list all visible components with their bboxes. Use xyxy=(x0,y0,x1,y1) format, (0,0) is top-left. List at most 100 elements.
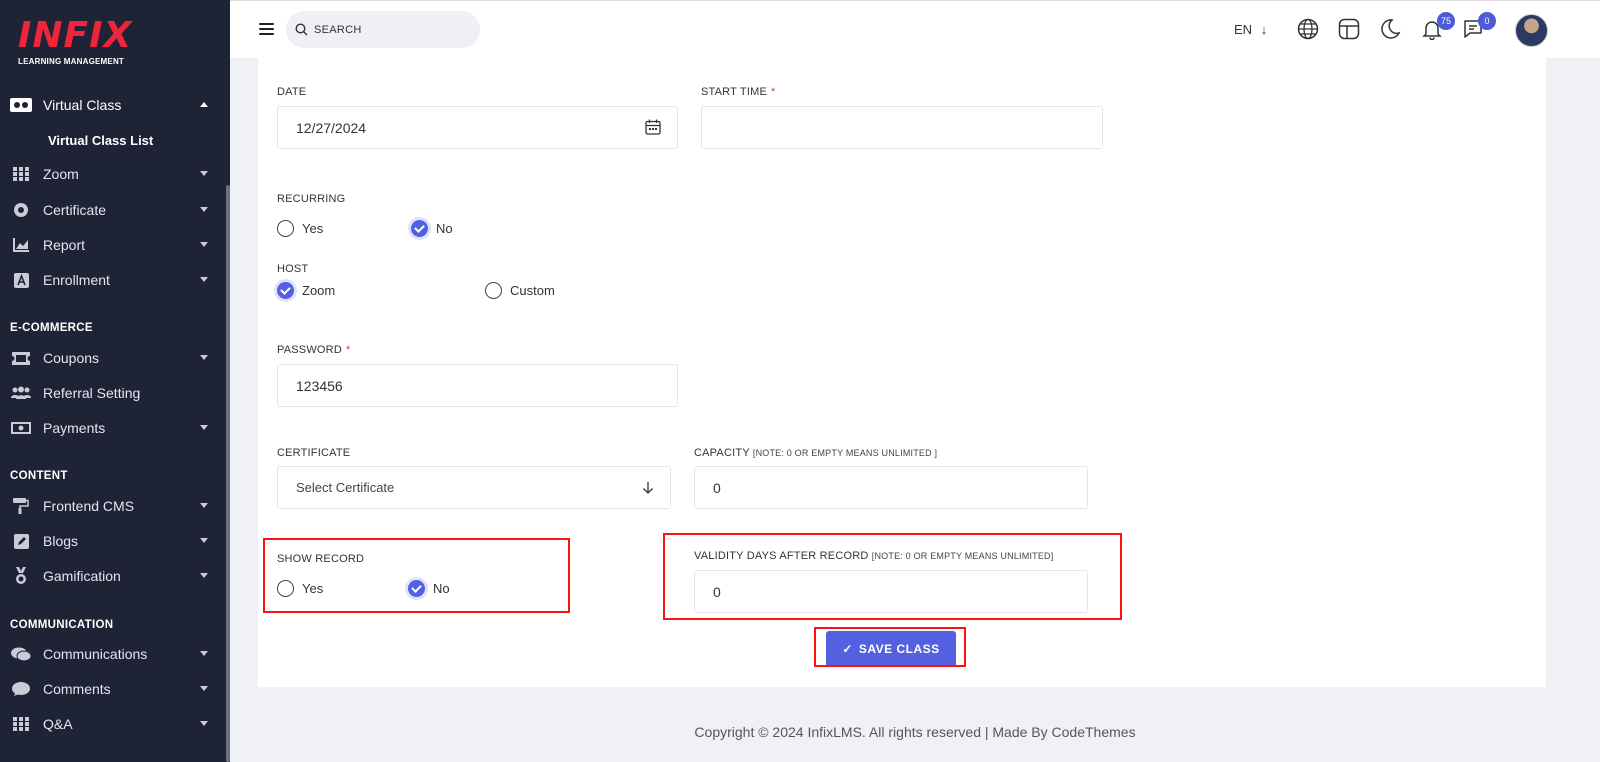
topbar: EN ↓ 75 0 xyxy=(230,0,1600,58)
sidebar-item-gamification[interactable]: Gamification xyxy=(0,561,226,591)
date-label: DATE xyxy=(277,86,307,98)
ticket-icon xyxy=(10,350,32,366)
host-label: HOST xyxy=(277,263,309,275)
sidebar-item-enrollment[interactable]: Enrollment xyxy=(0,265,226,295)
sidebar-item-label: Payments xyxy=(43,420,106,436)
sidebar-item-frontend-cms[interactable]: Frontend CMS xyxy=(0,491,226,521)
host-zoom-radio[interactable]: Zoom xyxy=(277,282,335,299)
message-icon[interactable]: 0 xyxy=(1462,12,1496,42)
sidebar-item-label: Referral Setting xyxy=(43,385,141,401)
sidebar-item-qa[interactable]: Q&A xyxy=(0,709,226,739)
capacity-value: 0 xyxy=(713,479,721,496)
sidebar-item-referral-setting[interactable]: Referral Setting xyxy=(0,378,226,408)
host-custom-radio[interactable]: Custom xyxy=(485,282,555,299)
radio-circle xyxy=(485,282,502,299)
sidebar-item-label: Certificate xyxy=(43,202,107,218)
avatar[interactable] xyxy=(1515,14,1548,47)
chevron-down-icon xyxy=(200,573,208,578)
sidebar-item-label: Coupons xyxy=(43,350,100,366)
radio-checked-icon xyxy=(277,282,294,299)
password-field[interactable]: 123456 xyxy=(277,364,678,407)
brand-logo[interactable]: INFIX LEARNING MANAGEMENT xyxy=(18,15,133,67)
sidebar-item-label: Zoom xyxy=(43,166,79,182)
recurring-yes-radio[interactable]: Yes xyxy=(277,220,323,237)
search-box[interactable] xyxy=(286,11,480,48)
menu-toggle-icon[interactable] xyxy=(259,23,274,35)
edit-icon xyxy=(10,533,32,549)
capacity-field[interactable]: 0 xyxy=(694,466,1088,509)
chevron-down-icon xyxy=(200,242,208,247)
certificate-select[interactable]: Select Certificate xyxy=(277,466,671,509)
sidebar-item-report[interactable]: Report xyxy=(0,230,226,260)
sidebar-item-label: Gamification xyxy=(43,568,121,584)
grid-icon xyxy=(10,716,32,732)
language-selector[interactable]: EN ↓ xyxy=(1234,22,1267,37)
brand-tagline: LEARNING MANAGEMENT xyxy=(18,57,125,66)
moon-icon[interactable] xyxy=(1379,18,1403,42)
enrollment-icon xyxy=(10,272,32,288)
sidebar-item-blogs[interactable]: Blogs xyxy=(0,526,226,556)
sidebar-item-comments[interactable]: Comments xyxy=(0,674,226,704)
paint-roller-icon xyxy=(10,498,32,514)
capacity-label: CAPACITY [NOTE: 0 OR EMPTY MEANS UNLIMIT… xyxy=(694,447,938,459)
chart-icon xyxy=(10,237,32,253)
radio-circle xyxy=(277,220,294,237)
chevron-down-icon xyxy=(200,686,208,691)
sidebar-item-coupons[interactable]: Coupons xyxy=(0,343,226,373)
highlight-validity-days xyxy=(663,533,1122,620)
users-icon xyxy=(10,385,32,401)
section-title-communication: COMMUNICATION xyxy=(10,619,114,631)
sidebar-subitem-virtual-class-list[interactable]: Virtual Class List xyxy=(48,133,153,148)
date-field[interactable]: 12/27/2024 xyxy=(277,106,678,149)
footer-copyright: Copyright © 2024 InfixLMS. All rights re… xyxy=(694,724,1136,740)
date-value: 12/27/2024 xyxy=(296,119,367,136)
recurring-no-radio[interactable]: No xyxy=(411,220,453,237)
chevron-down-icon xyxy=(200,355,208,360)
sidebar-item-zoom[interactable]: Zoom xyxy=(0,159,226,189)
sidebar-item-payments[interactable]: Payments xyxy=(0,413,226,443)
money-icon xyxy=(10,420,32,436)
sidebar-item-communications[interactable]: Communications xyxy=(0,639,226,669)
notification-bell-icon[interactable]: 75 xyxy=(1421,12,1455,42)
start-time-field[interactable] xyxy=(701,106,1103,149)
chevron-down-icon xyxy=(200,425,208,430)
search-icon xyxy=(295,23,308,36)
sidebar-item-label: Q&A xyxy=(43,716,73,732)
highlight-show-record xyxy=(263,538,570,613)
chevron-down-icon xyxy=(200,171,208,176)
arrow-down-icon: ↓ xyxy=(1260,22,1268,37)
sidebar-item-certificate[interactable]: Certificate xyxy=(0,195,226,225)
chat-icon xyxy=(10,646,32,662)
chevron-down-icon xyxy=(200,721,208,726)
sidebar-item-virtual-class[interactable]: Virtual Class xyxy=(0,90,226,120)
capacity-note: [NOTE: 0 OR EMPTY MEANS UNLIMITED ] xyxy=(752,448,938,458)
badge-icon xyxy=(10,202,32,218)
arrow-down-icon xyxy=(643,482,653,494)
layout-icon[interactable] xyxy=(1338,18,1362,42)
highlight-save-button xyxy=(814,627,966,667)
sidebar-item-label: Enrollment xyxy=(43,272,110,288)
chevron-down-icon xyxy=(200,277,208,282)
calendar-icon[interactable] xyxy=(645,119,661,135)
sidebar-scrollbar[interactable] xyxy=(226,185,230,762)
chevron-down-icon xyxy=(200,207,208,212)
medal-icon xyxy=(10,567,32,584)
password-value: 123456 xyxy=(296,377,343,394)
notification-badge: 75 xyxy=(1437,12,1455,30)
message-badge: 0 xyxy=(1478,12,1496,30)
chevron-down-icon xyxy=(200,503,208,508)
start-time-label: START TIME * xyxy=(701,86,776,98)
language-label: EN xyxy=(1234,22,1253,37)
sidebar-item-label: Blogs xyxy=(43,533,79,549)
sidebar-item-label: Frontend CMS xyxy=(43,498,135,514)
brand-name: INFIX xyxy=(18,15,133,56)
certificate-label: CERTIFICATE xyxy=(277,447,351,459)
password-label: PASSWORD * xyxy=(277,344,351,356)
search-input[interactable] xyxy=(314,23,464,36)
globe-icon[interactable] xyxy=(1297,18,1321,42)
radio-checked-icon xyxy=(411,220,428,237)
section-title-ecommerce: E-COMMERCE xyxy=(10,322,93,334)
sidebar-item-label: Virtual Class xyxy=(43,97,122,113)
chevron-down-icon xyxy=(200,538,208,543)
recurring-label: RECURRING xyxy=(277,193,346,205)
